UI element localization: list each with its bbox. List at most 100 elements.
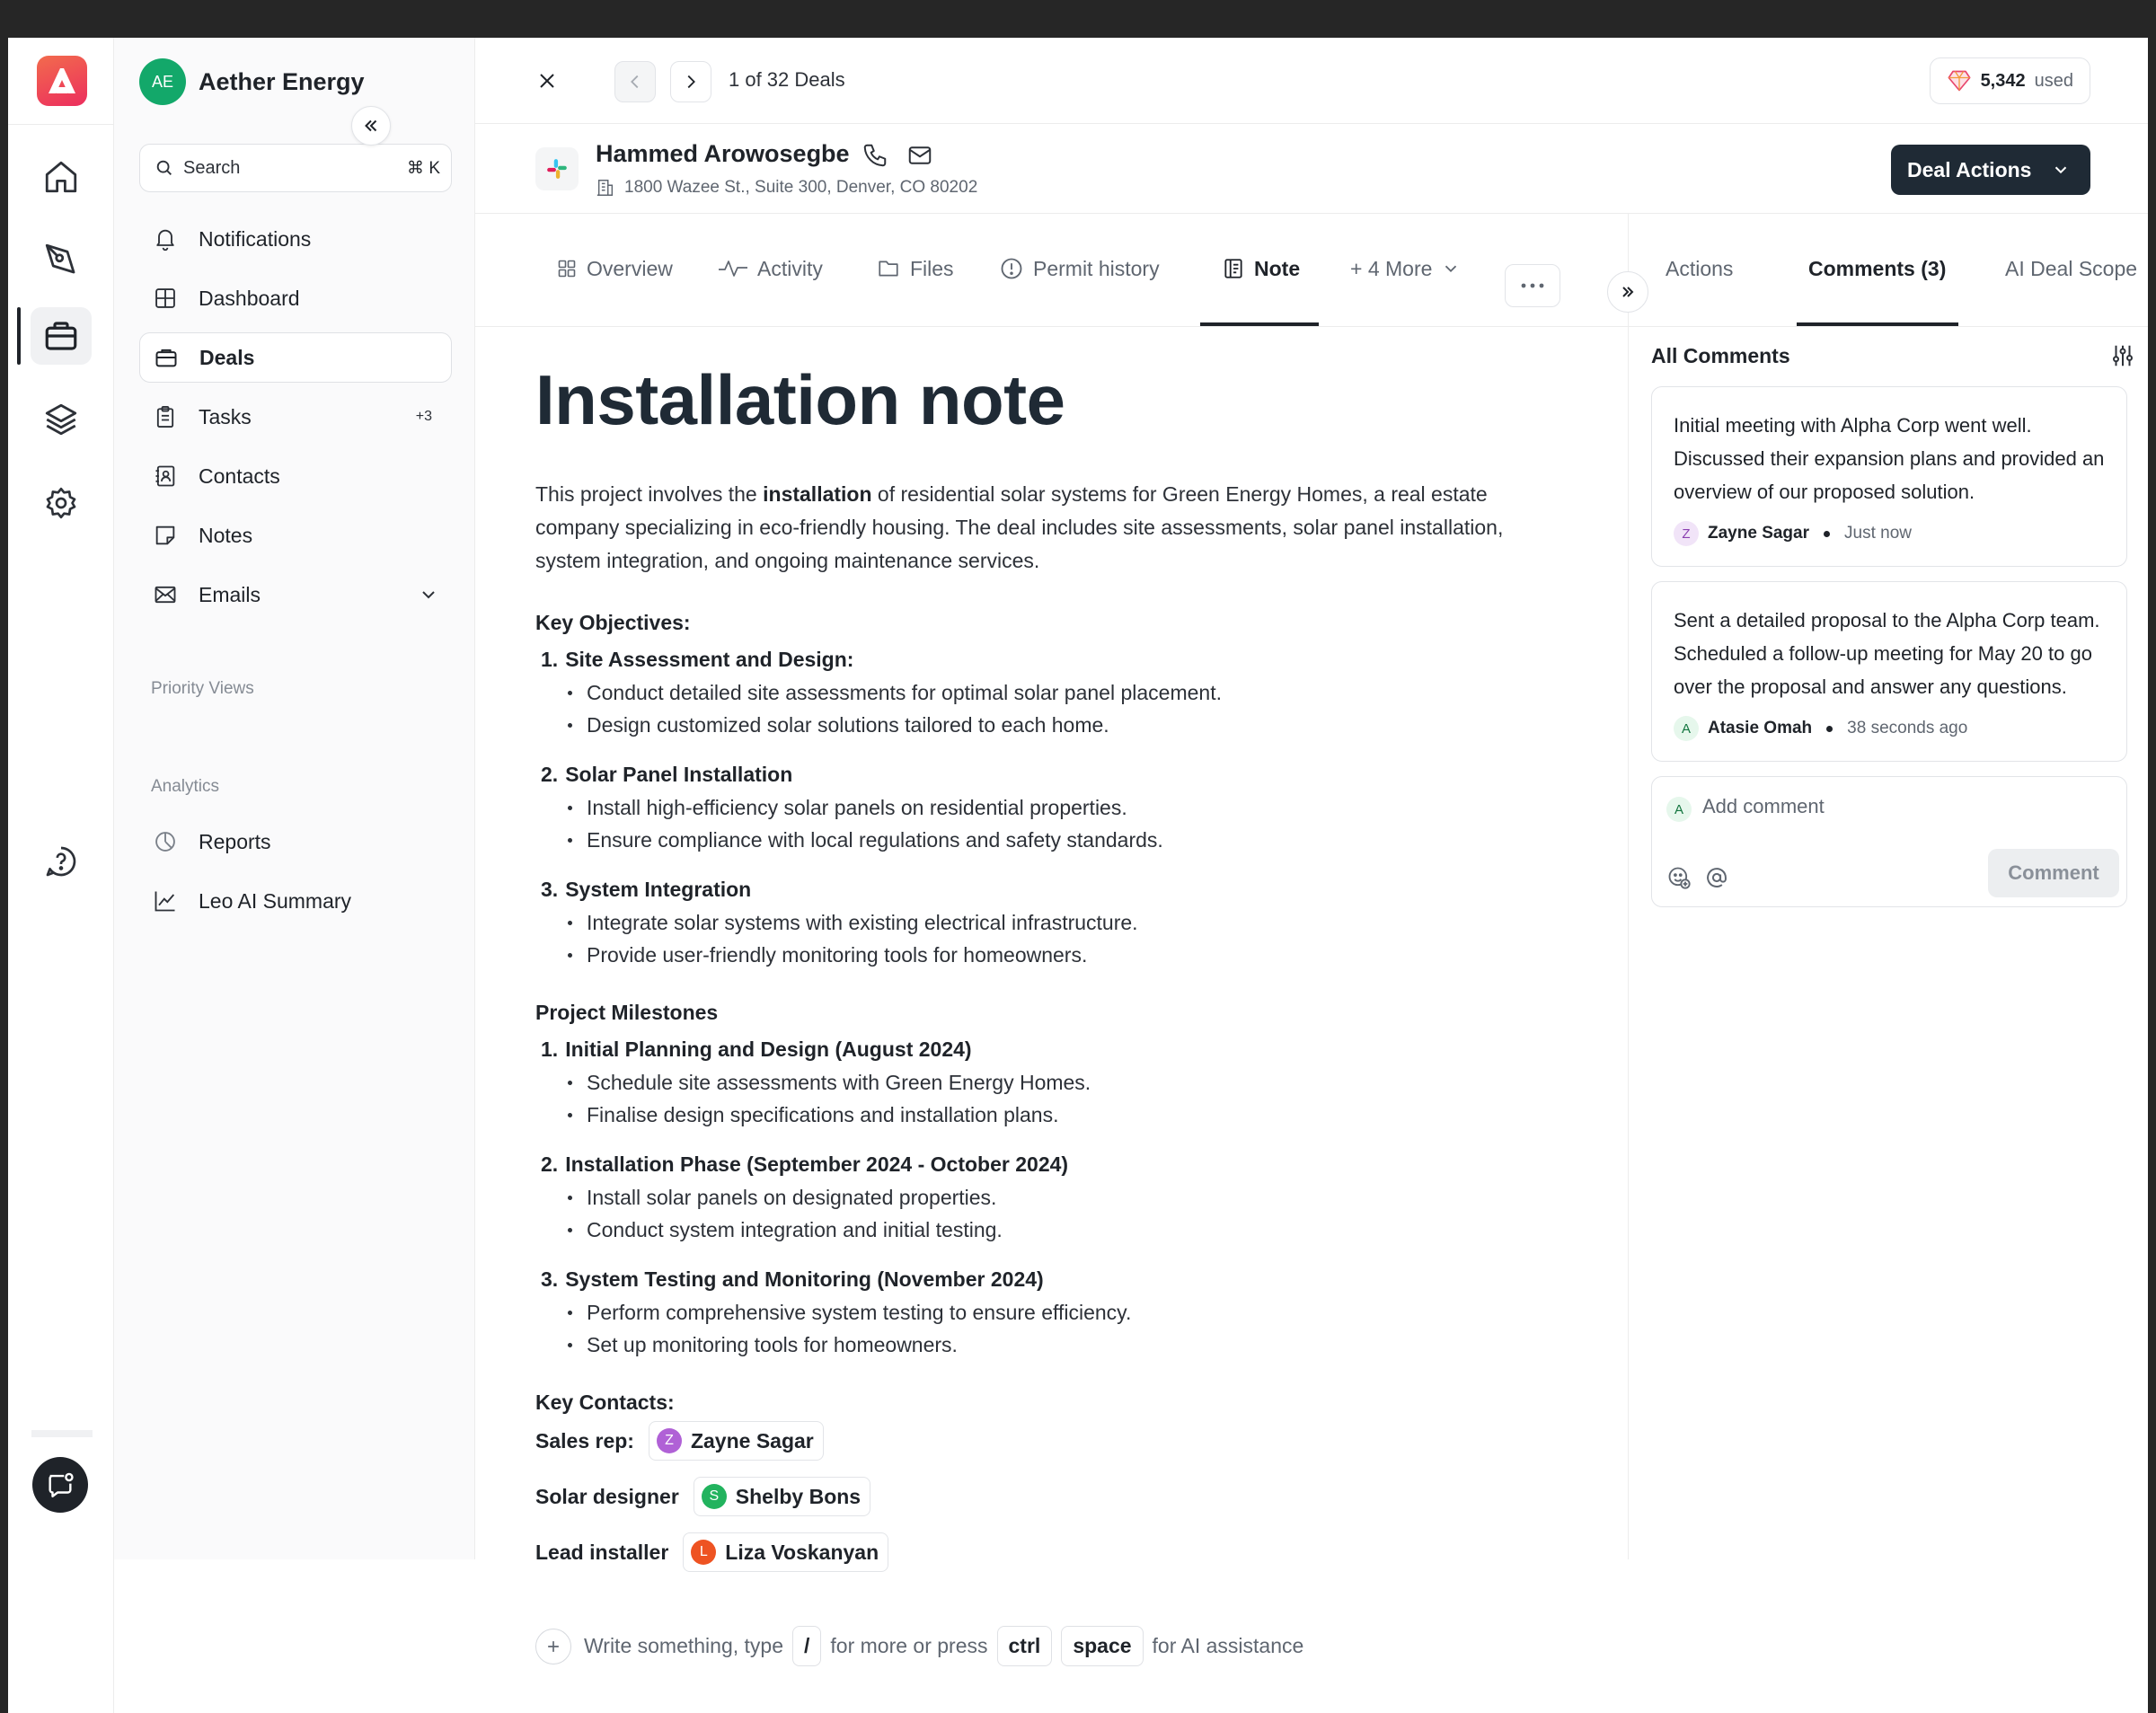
- composer-hint: for more or press: [830, 1634, 988, 1657]
- objectives-list: 1. Site Assessment and Design: Conduct det…: [535, 642, 1568, 971]
- comments-heading: All Comments: [1651, 343, 1790, 367]
- pie-chart-icon: [152, 828, 179, 855]
- workspace-avatar: AE: [139, 58, 186, 105]
- workspace-switcher[interactable]: AE Aether Energy: [139, 58, 365, 105]
- bullet-item: Schedule site assessments with Green Ene…: [535, 1066, 1568, 1099]
- app-window: AE Aether Energy Search ⌘ K Notification…: [8, 38, 2148, 1713]
- contact-chip[interactable]: S Shelby Bons: [693, 1477, 871, 1516]
- bullet-item: Install high-efficiency solar panels on …: [535, 791, 1568, 824]
- app-logo[interactable]: [37, 56, 87, 106]
- tab-ai-deal-scope[interactable]: AI Deal Scope: [2005, 237, 2137, 300]
- composer-hint: Write something, type: [584, 1634, 784, 1657]
- tab-permit-history[interactable]: Permit history: [999, 237, 1160, 300]
- sidebar-item-leo-ai-summary[interactable]: Leo AI Summary: [139, 876, 452, 926]
- mention-icon[interactable]: [1704, 865, 1729, 890]
- support-chat-button[interactable]: [32, 1457, 88, 1513]
- tab-more[interactable]: + 4 More: [1350, 237, 1461, 300]
- next-deal-button[interactable]: [670, 61, 711, 102]
- sidebar-item-notes[interactable]: Notes: [139, 510, 452, 561]
- previous-deal-button[interactable]: [614, 61, 656, 102]
- slash-key: /: [792, 1626, 822, 1666]
- item-number: 2.: [541, 1152, 559, 1176]
- home-icon[interactable]: [31, 148, 92, 206]
- key-contact-row: Sales rep: Z Zayne Sagar: [535, 1420, 1568, 1461]
- note-composer[interactable]: Write something, type / for more or pres…: [535, 1626, 1303, 1666]
- item-number: 3.: [541, 1267, 559, 1291]
- analytics-label: Analytics: [151, 777, 220, 796]
- tab-files[interactable]: Files: [876, 237, 954, 300]
- search-input[interactable]: Search ⌘ K: [139, 144, 452, 192]
- item-title: System Testing and Monitoring (November …: [565, 1267, 1044, 1291]
- layout-icon: [558, 260, 576, 278]
- collapse-sidebar-button[interactable]: [351, 106, 391, 146]
- tab-actions[interactable]: Actions: [1666, 237, 1733, 300]
- sidebar-item-label: Leo AI Summary: [199, 888, 352, 913]
- deal-pager-text: 1 of 32 Deals: [729, 68, 845, 91]
- contact-name[interactable]: Hammed Arowosegbe: [596, 140, 850, 168]
- layers-icon[interactable]: [31, 391, 92, 448]
- trend-line-icon: [152, 887, 179, 914]
- tab-comments[interactable]: Comments (3): [1808, 237, 1946, 300]
- sidebar: AE Aether Energy Search ⌘ K Notification…: [114, 38, 475, 1559]
- tab-label: Overview: [587, 256, 673, 280]
- phone-icon[interactable]: [862, 142, 888, 169]
- panel-divider: [1628, 214, 1629, 1559]
- comment-card[interactable]: Initial meeting with Alpha Corp went wel…: [1651, 386, 2127, 567]
- bullet-item: Conduct detailed site assessments for op…: [535, 676, 1568, 709]
- tab-activity[interactable]: Activity: [718, 237, 823, 300]
- tab-comments-underline: [1797, 322, 1958, 326]
- more-options-icon[interactable]: [1505, 264, 1560, 307]
- comment-time: 38 seconds ago: [1847, 719, 1968, 737]
- sidebar-item-dashboard[interactable]: Dashboard: [139, 273, 452, 323]
- contact-role: Sales rep:: [535, 1428, 634, 1453]
- close-icon[interactable]: [531, 65, 563, 97]
- sidebar-item-tasks[interactable]: Tasks +3: [139, 392, 452, 442]
- sidebar-item-label: Reports: [199, 829, 271, 853]
- sidebar-item-label: Notifications: [199, 226, 312, 251]
- avatar: L: [691, 1540, 717, 1565]
- help-chat-icon[interactable]: [31, 833, 92, 890]
- credits-usage-badge[interactable]: 5,342 used: [1929, 57, 2090, 104]
- numbered-item: 1. Site Assessment and Design:: [535, 642, 1568, 676]
- comment-text: Sent a detailed proposal to the Alpha Co…: [1674, 609, 2100, 698]
- submit-comment-button[interactable]: Comment: [1988, 849, 2119, 897]
- item-title: Installation Phase (September 2024 - Oct…: [565, 1152, 1069, 1176]
- separator-dot: [1824, 530, 1830, 537]
- sidebar-item-notifications[interactable]: Notifications: [139, 214, 452, 264]
- numbered-item: 1. Initial Planning and Design (August 20…: [535, 1032, 1568, 1066]
- note-icon: [152, 522, 179, 549]
- deal-actions-button[interactable]: Deal Actions: [1891, 145, 2090, 195]
- sidebar-item-label: Notes: [199, 523, 253, 547]
- tasks-count-badge: +3: [415, 409, 432, 424]
- add-comment-box[interactable]: A Add comment Comment: [1651, 776, 2127, 907]
- bullet-item: Design customized solar solutions tailor…: [535, 709, 1568, 741]
- emoji-add-icon[interactable]: [1666, 865, 1692, 890]
- tab-overview[interactable]: Overview: [556, 237, 673, 300]
- tab-note[interactable]: Note: [1222, 237, 1300, 300]
- building-icon: [596, 178, 615, 198]
- filter-sliders-icon[interactable]: [2109, 342, 2136, 369]
- tab-label: AI Deal Scope: [2005, 256, 2138, 280]
- sidebar-item-emails[interactable]: Emails: [139, 570, 452, 620]
- briefcase-icon[interactable]: [31, 307, 92, 365]
- settings-gear-icon[interactable]: [31, 474, 92, 532]
- key-contacts-list: Sales rep: Z Zayne Sagar Solar designer S She…: [535, 1420, 1568, 1573]
- numbered-item: 3. System Integration: [535, 872, 1568, 906]
- top-bar: 1 of 32 Deals 5,342 used: [475, 38, 2148, 124]
- comment-card[interactable]: Sent a detailed proposal to the Alpha Co…: [1651, 581, 2127, 762]
- numbered-item: 3. System Testing and Monitoring (Novembe…: [535, 1262, 1568, 1296]
- pen-tool-icon[interactable]: [31, 231, 92, 288]
- chevron-down-icon[interactable]: [418, 584, 439, 605]
- contact-chip[interactable]: Z Zayne Sagar: [648, 1421, 824, 1461]
- sidebar-item-contacts[interactable]: Contacts: [139, 451, 452, 501]
- add-comment-input[interactable]: Add comment: [1702, 795, 1825, 818]
- expand-panel-button[interactable]: [1607, 271, 1648, 313]
- sidebar-item-deals[interactable]: Deals: [139, 332, 452, 383]
- note-document[interactable]: Installation note This project involves …: [535, 327, 1568, 1573]
- plus-icon[interactable]: [535, 1628, 571, 1664]
- sidebar-item-reports[interactable]: Reports: [139, 817, 452, 867]
- email-icon[interactable]: [906, 142, 933, 169]
- search-shortcut: ⌘ K: [407, 157, 440, 179]
- contact-chip[interactable]: L Liza Voskanyan: [683, 1532, 889, 1572]
- tab-note-underline: [1200, 322, 1319, 326]
